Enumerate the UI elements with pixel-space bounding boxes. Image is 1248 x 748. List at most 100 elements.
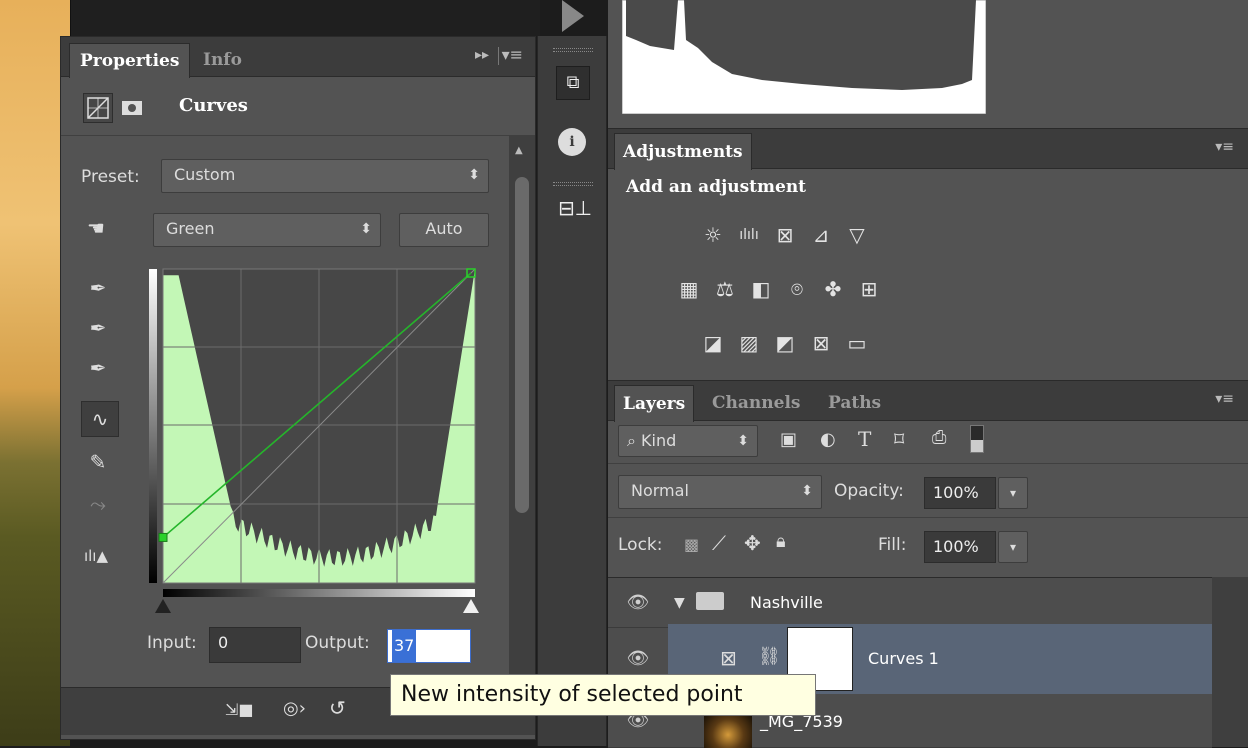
lock-image-icon[interactable]: ⟋ [712, 531, 726, 555]
panel-menu-icon[interactable]: ▾≡ [1215, 139, 1234, 155]
tab-layers[interactable]: Layers [614, 385, 695, 422]
draw-pencil-icon[interactable]: ✎ [83, 447, 113, 477]
preset-label: Preset: [81, 167, 140, 187]
curves-adjustment-icon[interactable] [83, 93, 113, 123]
photo-filter-icon[interactable]: ⌾ [782, 275, 812, 303]
gradient-map-icon[interactable]: ▭ [842, 329, 872, 357]
fill-label: Fill: [878, 535, 907, 555]
panel-menu-icon[interactable]: ▾≡ [502, 45, 523, 64]
divider [498, 47, 499, 65]
histogram-panel [608, 0, 1248, 128]
tab-channels[interactable]: Channels [704, 385, 808, 421]
select-arrows-icon: ⬍ [737, 433, 749, 449]
adjustments-heading: Add an adjustment [626, 177, 807, 197]
input-label: Input: [147, 633, 197, 653]
targeted-adjustment-icon[interactable]: ☚ [81, 213, 111, 243]
clip-to-layer-icon[interactable]: ⇲■ [225, 700, 254, 719]
sample-midtones-eyedropper-icon[interactable]: ✒ [83, 313, 113, 343]
divider [608, 517, 1248, 518]
mask-icon[interactable] [117, 93, 147, 123]
link-chain-icon[interactable]: ⛓︎ [758, 646, 781, 667]
hue-saturation-icon[interactable]: ▦ [674, 275, 704, 303]
scrollbar-thumb[interactable] [515, 177, 529, 513]
visibility-eye-icon[interactable]: 👁︎ [626, 578, 650, 628]
layers-tabbar: Layers Channels Paths ▾≡ [608, 381, 1248, 422]
preset-select[interactable]: Custom ⬍ [161, 159, 489, 193]
info-panel-icon[interactable]: i [558, 128, 586, 156]
preset-value: Custom [174, 165, 236, 184]
curves-icon[interactable]: ⊠ [770, 221, 800, 249]
tab-properties[interactable]: Properties [69, 43, 191, 78]
curves-graph[interactable] [149, 265, 481, 617]
divider [61, 135, 509, 136]
tab-adjustments[interactable]: Adjustments [614, 133, 752, 170]
posterize-icon[interactable]: ▨ [734, 329, 764, 357]
output-field[interactable]: 37 [387, 629, 471, 663]
pixel-layer-filter-icon[interactable]: ▣ [780, 429, 797, 450]
search-icon: ⌕ [627, 431, 642, 450]
grip-handle[interactable] [553, 182, 593, 186]
lock-position-icon[interactable]: ✥ [744, 531, 761, 555]
threshold-icon[interactable]: ◩ [770, 329, 800, 357]
tab-info[interactable]: Info [193, 43, 252, 77]
smart-object-filter-icon[interactable]: ⎙ [932, 427, 946, 448]
color-lookup-icon[interactable]: ⊞ [854, 275, 884, 303]
expand-triangle-icon[interactable]: ▼ [674, 578, 685, 628]
grip-handle[interactable] [553, 48, 593, 52]
type-layer-filter-icon[interactable]: T [858, 427, 871, 451]
adjustment-layer-filter-icon[interactable]: ◐ [820, 429, 836, 450]
curves-layer-icon: ⊠ [720, 646, 737, 670]
fill-dropdown-icon[interactable]: ▾ [998, 531, 1028, 563]
auto-button[interactable]: Auto [399, 213, 489, 247]
layer-row-group[interactable]: 👁︎ ▼ Nashville [608, 578, 1212, 628]
invert-icon[interactable]: ◪ [698, 329, 728, 357]
sample-shadows-eyedropper-icon[interactable]: ✒ [83, 273, 113, 303]
clone-source-icon[interactable]: ⊟⊥ [558, 196, 592, 220]
layer-name: Curves 1 [868, 649, 939, 668]
panel-menu-icon[interactable]: ▾≡ [1215, 391, 1234, 407]
sample-highlights-eyedropper-icon[interactable]: ✒ [83, 353, 113, 383]
selective-color-icon[interactable]: ⊠ [806, 329, 836, 357]
clipping-warning-icon[interactable]: ılı▲ [81, 541, 111, 571]
layer-name: Nashville [750, 593, 823, 612]
scroll-up-icon[interactable]: ▲ [515, 145, 523, 156]
opacity-dropdown-icon[interactable]: ▾ [998, 477, 1028, 509]
color-balance-icon[interactable]: ⚖ [710, 275, 740, 303]
lock-all-icon[interactable]: 🔒︎ [776, 531, 786, 552]
divider [608, 463, 1248, 464]
brightness-contrast-icon[interactable]: ☼ [698, 221, 728, 249]
levels-icon[interactable]: ılılı [734, 221, 764, 249]
black-white-icon[interactable]: ◧ [746, 275, 776, 303]
fill-field[interactable]: 100% [924, 531, 996, 563]
input-field[interactable]: 0 [209, 627, 301, 663]
play-icon[interactable] [562, 0, 584, 32]
blend-mode-value: Normal [631, 481, 689, 500]
adjustment-title: Curves [179, 95, 248, 116]
channel-mixer-icon[interactable]: ✤ [818, 275, 848, 303]
tab-paths[interactable]: Paths [820, 385, 889, 421]
reset-icon[interactable]: ↺ [329, 696, 346, 720]
document-area [70, 0, 540, 36]
tooltip: New intensity of selected point [390, 674, 816, 716]
view-previous-state-icon[interactable]: ◎› [283, 698, 306, 719]
filter-kind-select[interactable]: ⌕ Kind ⬍ [618, 425, 758, 457]
opacity-field[interactable]: 100% [924, 477, 996, 509]
properties-panel-icon[interactable]: ⧉ [556, 66, 590, 100]
lock-transparent-icon[interactable]: ▩ [684, 535, 699, 554]
input-gradient-bar [163, 589, 475, 597]
channel-select[interactable]: Green ⬍ [153, 213, 381, 247]
select-arrows-icon: ⬍ [801, 483, 813, 499]
vibrance-icon[interactable]: ▽ [842, 221, 872, 249]
edit-points-curve-icon[interactable]: ∿ [81, 401, 119, 437]
filter-toggle[interactable] [970, 425, 984, 453]
properties-scrollbar[interactable]: ▲ [509, 135, 535, 695]
shape-layer-filter-icon[interactable]: ⌑ [894, 427, 904, 451]
opacity-label: Opacity: [834, 481, 904, 501]
histogram-preview [622, 0, 986, 114]
channel-value: Green [166, 219, 215, 238]
blend-mode-select[interactable]: Normal ⬍ [618, 475, 822, 509]
smooth-curve-icon[interactable]: ⤳ [83, 489, 113, 519]
layers-scrollbar[interactable] [1212, 577, 1248, 747]
exposure-icon[interactable]: ⊿ [806, 221, 836, 249]
collapse-icon[interactable]: ▸▸ [475, 47, 489, 63]
